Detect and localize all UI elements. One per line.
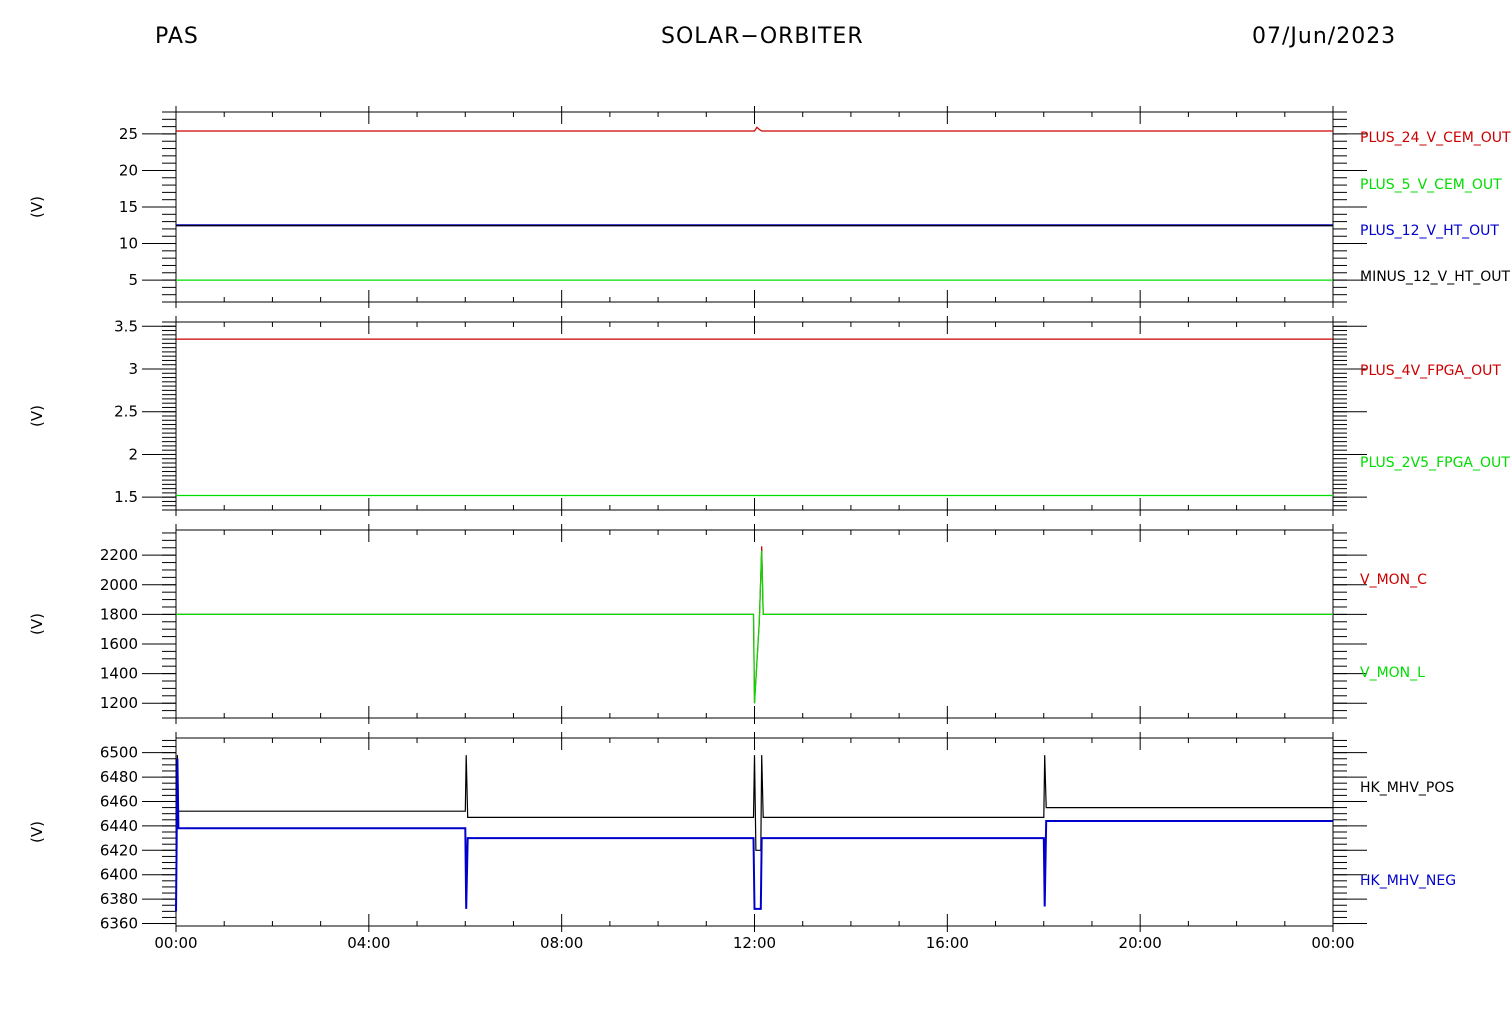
- y-tick-label: 1400: [100, 665, 138, 683]
- y-tick-label: 6480: [100, 768, 138, 786]
- y-tick-label: 15: [119, 198, 138, 216]
- series-line-plus-24-v-cem-out: [176, 126, 1333, 132]
- legend-label: PLUS_24_V_CEM_OUT: [1360, 130, 1511, 146]
- panel-4: 6360 6380 6400 6420 6440 6460 6480 6500 (V) HK_MH…: [28, 732, 1456, 952]
- panel-1: 5 10 15 20 25 (V) PLUS_24_V_CEM_OUT PLUS_5_V_CE…: [28, 106, 1511, 308]
- legend-label: MINUS_12_V_HT_OUT: [1360, 269, 1511, 285]
- y-tick-label: 5: [128, 271, 138, 289]
- panel-frame: [175, 111, 1334, 303]
- y-tick-label: 6360: [100, 915, 138, 933]
- legend-label: PLUS_12_V_HT_OUT: [1360, 223, 1499, 239]
- y-tick-label: 1.5: [114, 488, 138, 506]
- y-tick-label: 3: [128, 360, 138, 378]
- legend-label: V_MON_L: [1360, 665, 1425, 681]
- y-axis-label: (V): [28, 613, 46, 635]
- y-tick-label: 6380: [100, 890, 138, 908]
- y-tick-label: 2200: [100, 546, 138, 564]
- panel-frame: [175, 321, 1334, 511]
- legend-label: PLUS_2V5_FPGA_OUT: [1360, 455, 1510, 471]
- legend-label: V_MON_C: [1360, 572, 1427, 588]
- y-tick-label: 10: [119, 235, 138, 253]
- y-tick-label: 25: [119, 125, 138, 143]
- y-tick-label: 20: [119, 161, 138, 179]
- y-tick-label: 1800: [100, 605, 138, 623]
- legend-label: PLUS_4V_FPGA_OUT: [1360, 363, 1501, 379]
- y-tick-label: 3.5: [114, 317, 138, 335]
- y-tick-label: 6440: [100, 817, 138, 835]
- housekeeping-voltage-plots: 5 10 15 20 25 (V) PLUS_24_V_CEM_OUT PLUS_5_V_CE…: [28, 106, 1511, 952]
- y-tick-label: 6460: [100, 792, 138, 810]
- y-tick-label: 2.5: [114, 403, 138, 421]
- x-tick-label: 12:00: [733, 934, 776, 952]
- y-axis-label: (V): [28, 196, 46, 218]
- y-tick-label: 2: [128, 445, 138, 463]
- legend-label: HK_MHV_POS: [1360, 780, 1454, 796]
- x-tick-label: 08:00: [540, 934, 583, 952]
- y-tick-label: 2000: [100, 576, 138, 594]
- y-axis-label: (V): [28, 405, 46, 427]
- y-axis-label: (V): [28, 821, 46, 843]
- y-tick-label: 1200: [100, 694, 138, 712]
- x-tick-label: 04:00: [347, 934, 390, 952]
- x-tick-label: 20:00: [1119, 934, 1162, 952]
- x-tick-label: 00:00: [1311, 934, 1354, 952]
- y-tick-label: 1600: [100, 635, 138, 653]
- legend-label: HK_MHV_NEG: [1360, 873, 1456, 889]
- x-tick-label: 16:00: [926, 934, 969, 952]
- x-tick-label: 00:00: [154, 934, 197, 952]
- legend-label: PLUS_5_V_CEM_OUT: [1360, 177, 1502, 193]
- panel-2: 1.5 2 2.5 3 3.5 (V) PLUS_4V_FPGA_OUT PLUS_2V5_F…: [28, 316, 1510, 516]
- series-line-v-mon-l: [176, 550, 1333, 704]
- y-tick-label: 6500: [100, 744, 138, 762]
- panel-3: 1200 1400 1600 1800 2000 2200 (V) V_MON_C V_MON_…: [28, 524, 1427, 724]
- y-tick-label: 6400: [100, 866, 138, 884]
- y-tick-label: 6420: [100, 841, 138, 859]
